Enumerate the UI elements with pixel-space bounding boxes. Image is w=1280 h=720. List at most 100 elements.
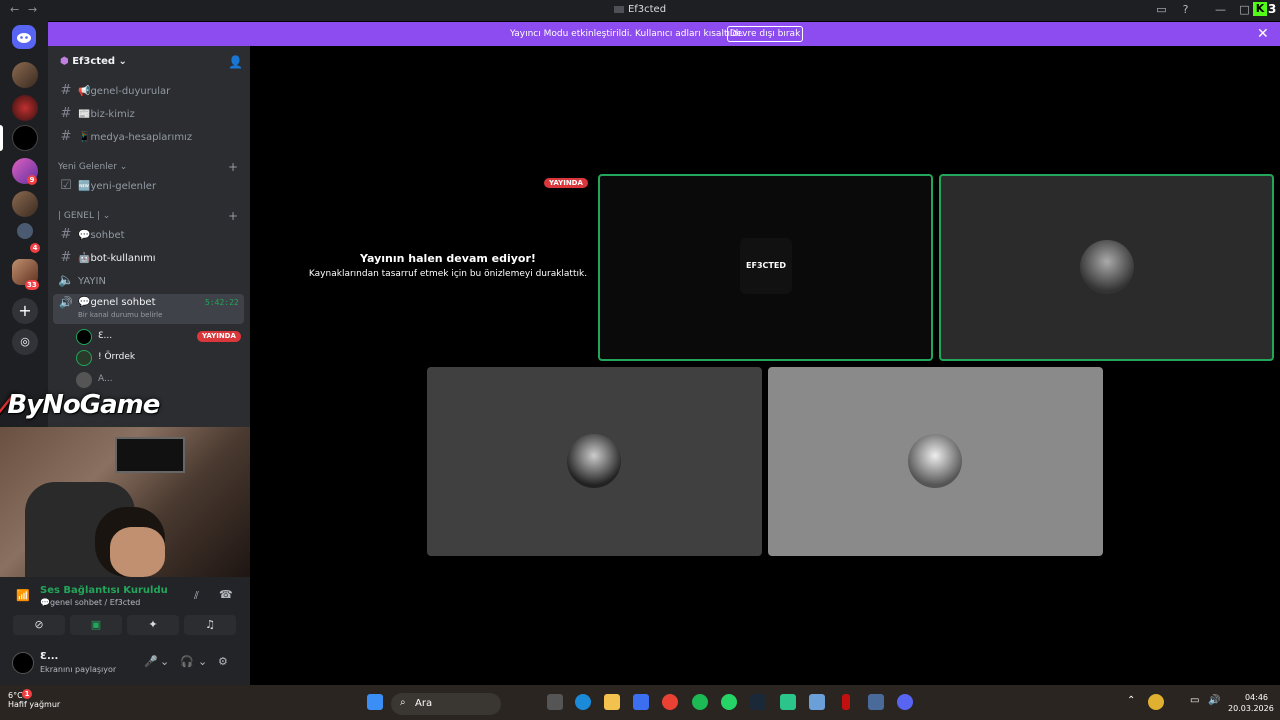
streamer-mode-banner: Yayıncı Modu etkinleştirildi. Kullanıcı … <box>48 22 1280 46</box>
store-icon[interactable] <box>633 694 649 710</box>
add-channel-icon[interactable]: + <box>228 160 238 174</box>
hash-icon: # <box>60 83 72 98</box>
spotify-icon[interactable] <box>692 694 708 710</box>
server-header[interactable]: ⬢ Ef3cted ⌄ <box>60 56 127 67</box>
channel-label: 🤖bot-kullanımı <box>78 253 156 264</box>
category-label: Yeni Gelenler <box>58 162 117 172</box>
invite-people-icon[interactable]: 👤 <box>228 55 243 69</box>
channel-yayin[interactable]: 🔈 YAYIN <box>58 271 244 291</box>
file-explorer-icon[interactable] <box>604 694 620 710</box>
chevron-down-icon[interactable]: ⌄ <box>160 655 169 668</box>
screen-share-button[interactable]: ▣ <box>70 615 122 635</box>
maximize-icon[interactable]: □ <box>1238 3 1251 16</box>
set-channel-status[interactable]: Bir kanal durumu belirle <box>78 311 162 319</box>
video-tile-user-3[interactable] <box>427 367 762 556</box>
discord-taskbar-icon[interactable] <box>897 694 913 710</box>
channel-biz-kimiz[interactable]: # 📰biz-kimiz <box>58 104 244 124</box>
settings-gear-icon[interactable]: ⚙ <box>218 655 228 668</box>
voice-user-3[interactable]: A... <box>76 370 240 390</box>
windows-start-icon[interactable] <box>367 694 383 710</box>
live-badge: YAYINDA <box>197 331 241 342</box>
kick-icon[interactable]: K <box>1253 2 1267 16</box>
whatsapp-icon[interactable] <box>721 694 737 710</box>
voice-user-name: Ɛ... <box>98 331 113 341</box>
server-icon-ef3cted[interactable] <box>12 125 38 151</box>
app-icon[interactable] <box>809 694 825 710</box>
help-icon[interactable]: ? <box>1179 3 1192 16</box>
hash-icon: # <box>60 129 72 144</box>
banner-message: Yayıncı Modu etkinleştirildi. Kullanıcı … <box>510 29 744 39</box>
server-icon-2[interactable] <box>12 95 38 121</box>
voice-stage: YAYINDA Yayının halen devam ediyor! Kayn… <box>250 46 1280 685</box>
network-icon[interactable]: ▭ <box>1190 695 1199 706</box>
channel-yeni-gelenler[interactable]: ☑ 🆕yeni-gelenler <box>58 176 244 196</box>
voice-channel-genel-sohbet[interactable]: 🔊 💬genel sohbet 5:42:22 Bir kanal durumu… <box>53 294 244 324</box>
category-yeni-gelenler[interactable]: Yeni Gelenler ⌄ + <box>58 160 244 174</box>
tray-app-icon[interactable] <box>1148 694 1164 710</box>
voice-user-name: A... <box>98 374 113 384</box>
channel-sohbet[interactable]: # 💬sohbet <box>58 225 244 245</box>
channel-genel-duyurular[interactable]: # 📢genel-duyurular <box>58 81 244 101</box>
disable-streamer-mode-button[interactable]: Devre dışı bırak <box>727 26 803 42</box>
chevron-down-icon[interactable]: ⌄ <box>198 655 207 668</box>
chevron-up-icon[interactable]: ⌃ <box>1127 695 1135 706</box>
system-clock[interactable]: 04:46 20.03.2026 <box>1228 692 1274 714</box>
weather-widget[interactable]: 6°C Hafif yağmur <box>8 691 60 709</box>
paused-subtitle: Kaynaklarından tasarruf etmek için bu ön… <box>308 269 588 279</box>
chrome-icon[interactable] <box>662 694 678 710</box>
activities-button[interactable]: ✦ <box>127 615 179 635</box>
clock-time: 04:46 <box>1244 693 1268 702</box>
avatar <box>1080 240 1134 294</box>
noise-suppression-icon[interactable]: ⫽ <box>194 589 199 603</box>
add-channel-icon[interactable]: + <box>228 209 238 223</box>
riot-icon[interactable] <box>842 694 850 710</box>
close-icon[interactable]: ✕ <box>1257 26 1269 42</box>
voice-connection-panel: 📶 Ses Bağlantısı Kuruldu 💬genel sohbet /… <box>0 577 250 685</box>
speaker-active-icon: 🔊 <box>59 296 73 309</box>
discord-home-icon[interactable] <box>12 25 36 49</box>
microphone-icon[interactable]: 🎤 <box>144 655 158 668</box>
server-mini-icon <box>613 5 624 13</box>
taskbar-search[interactable]: Ara <box>391 693 501 715</box>
logo-text: ByNoGame <box>7 390 160 420</box>
channel-medya-hesaplarimiz[interactable]: # 📱medya-hesaplarımız <box>58 127 244 147</box>
server-icon-6[interactable] <box>17 223 33 239</box>
add-server-icon[interactable]: + <box>12 298 38 324</box>
signal-icon[interactable]: 📶 <box>16 589 30 602</box>
weather-temp: 6°C <box>8 691 23 700</box>
server-icon-1[interactable] <box>12 62 38 88</box>
category-label: | GENEL | <box>58 211 100 221</box>
soundboard-button[interactable]: ♫ <box>184 615 236 635</box>
poster <box>115 437 185 473</box>
video-tile-user-2[interactable] <box>939 174 1274 361</box>
server-header-icon: ⬢ <box>60 56 69 67</box>
video-tile-user-4[interactable] <box>768 367 1103 556</box>
speaker-icon: 🔈 <box>58 273 75 288</box>
video-tile-stream[interactable]: EF3CTED <box>598 174 933 361</box>
minimize-icon[interactable]: — <box>1214 3 1227 16</box>
avatar <box>908 434 962 488</box>
disconnect-icon[interactable]: ☎ <box>219 588 233 601</box>
voice-status[interactable]: Ses Bağlantısı Kuruldu <box>40 585 168 596</box>
kick-count: 3 <box>1268 2 1277 16</box>
discover-icon[interactable]: ◎ <box>12 329 38 355</box>
weather-desc: Hafif yağmur <box>8 700 61 709</box>
game-icon[interactable] <box>868 694 884 710</box>
person-face <box>110 527 165 577</box>
task-view-icon[interactable] <box>547 694 563 710</box>
channel-label: YAYIN <box>78 276 106 287</box>
server-icon-5[interactable] <box>12 191 38 217</box>
steam-icon[interactable] <box>750 694 766 710</box>
channel-bot-kullanimi[interactable]: # 🤖bot-kullanımı <box>58 248 244 268</box>
volume-icon[interactable]: 🔊 <box>1208 695 1220 706</box>
voice-user-1[interactable]: Ɛ... YAYINDA <box>76 327 241 347</box>
edge-icon[interactable] <box>575 694 591 710</box>
category-genel[interactable]: | GENEL | ⌄ + <box>58 209 244 223</box>
voice-user-2[interactable]: ! Örrdek <box>76 348 240 368</box>
server-name: Ef3cted <box>72 56 116 67</box>
headphones-icon[interactable]: 🎧 <box>180 655 194 668</box>
inbox-icon[interactable]: ▭ <box>1155 3 1168 16</box>
camera-off-button[interactable]: ⊘ <box>13 615 65 635</box>
app-icon[interactable] <box>780 694 796 710</box>
avatar[interactable] <box>12 652 34 674</box>
